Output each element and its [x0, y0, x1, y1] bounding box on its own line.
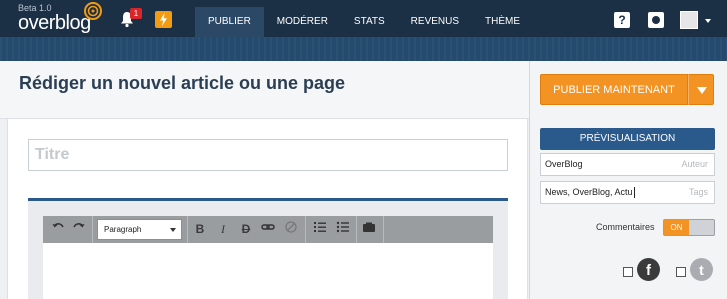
tags-placeholder: Tags: [688, 187, 708, 197]
comments-label: Commentaires: [596, 222, 655, 232]
author-placeholder: Auteur: [681, 159, 708, 169]
nav-stats[interactable]: STATS: [341, 7, 398, 37]
redo-icon[interactable]: [70, 220, 88, 239]
editor-content-area[interactable]: [43, 243, 493, 299]
undo-icon[interactable]: [49, 220, 67, 239]
lightning-icon: [160, 13, 167, 26]
nav-moderer[interactable]: MODÉRER: [264, 7, 341, 37]
italic-icon[interactable]: I: [214, 220, 232, 239]
logo-swirl-icon: [84, 2, 102, 20]
user-avatar[interactable]: [680, 11, 698, 29]
article-title-input[interactable]: [28, 139, 508, 171]
header-band: [0, 37, 727, 61]
paragraph-format-select[interactable]: Paragraph: [97, 219, 182, 240]
chevron-down-icon: [170, 228, 176, 232]
comments-toggle[interactable]: ON: [663, 219, 715, 236]
bold-icon[interactable]: B: [191, 220, 209, 239]
toolbar-separator: [92, 216, 93, 243]
publish-options-dropdown[interactable]: [688, 74, 714, 105]
toolbar-separator: [356, 216, 357, 243]
settings-gear-icon[interactable]: [648, 12, 664, 28]
comments-toggle-state: ON: [664, 220, 689, 235]
tags-value-wrap: News, OverBlog, Actu: [545, 182, 635, 203]
link-icon[interactable]: [259, 220, 277, 239]
account-menu-caret-icon[interactable]: [705, 19, 711, 23]
twitter-icon: t: [690, 258, 713, 281]
nav-publier[interactable]: PUBLIER: [195, 7, 264, 37]
tags-value: News, OverBlog, Actu: [545, 187, 633, 197]
media-icon[interactable]: [360, 220, 378, 239]
text-cursor: [633, 187, 635, 199]
share-twitter-checkbox[interactable]: [676, 267, 686, 277]
publish-now-button[interactable]: PUBLIER MAINTENANT: [540, 74, 688, 105]
toolbar-separator: [383, 216, 384, 243]
notification-count-badge: 1: [130, 8, 142, 19]
page-title: Rédiger un nouvel article ou une page: [19, 73, 346, 93]
ordered-list-icon[interactable]: [311, 220, 329, 239]
toolbar-separator: [305, 216, 306, 243]
bullet-list-icon[interactable]: [334, 220, 352, 239]
help-icon[interactable]: ?: [614, 12, 630, 28]
editor-toolbar: Paragraph B I D: [43, 216, 493, 243]
preview-button[interactable]: PRÉVISUALISATION: [540, 128, 715, 150]
overblog-logo[interactable]: Beta 1.0 overblog: [18, 1, 108, 35]
share-facebook-checkbox[interactable]: [623, 267, 633, 277]
format-select-value: Paragraph: [104, 225, 142, 234]
facebook-icon: f: [637, 258, 660, 281]
strikethrough-icon[interactable]: D: [237, 220, 255, 239]
nav-theme[interactable]: THÈME: [472, 7, 533, 37]
tags-field[interactable]: News, OverBlog, Actu Tags: [540, 181, 715, 204]
flash-button[interactable]: [155, 11, 172, 28]
nav-revenus[interactable]: REVENUS: [398, 7, 472, 37]
toolbar-separator: [187, 216, 188, 243]
author-field[interactable]: OverBlog Auteur: [540, 153, 715, 176]
main-menu: PUBLIER MODÉRER STATS REVENUS THÈME: [195, 7, 533, 37]
author-value: OverBlog: [545, 159, 583, 169]
unlink-icon[interactable]: [282, 220, 300, 239]
